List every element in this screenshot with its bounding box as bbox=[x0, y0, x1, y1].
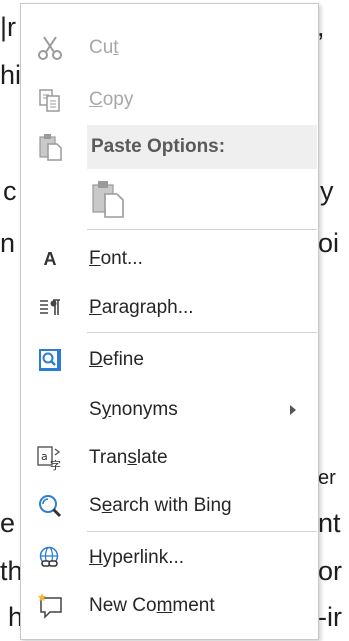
svg-text:字: 字 bbox=[50, 458, 61, 471]
translate-icon: a 字 bbox=[35, 443, 65, 473]
paste-icon bbox=[35, 132, 65, 162]
menu-item-label: Synonyms bbox=[89, 399, 178, 420]
menu-item-new-comment[interactable]: New Comment bbox=[21, 580, 318, 632]
define-icon bbox=[35, 345, 65, 375]
doc-text: er bbox=[318, 467, 336, 489]
menu-item-hyperlink[interactable]: Hyperlink... bbox=[21, 532, 318, 584]
menu-item-font[interactable]: A Font... bbox=[21, 233, 318, 285]
font-icon: A bbox=[43, 248, 57, 269]
context-menu: Cut Copy Paste Options: A Font... Paragr… bbox=[20, 3, 319, 640]
doc-text: c bbox=[3, 176, 17, 206]
doc-text: hi bbox=[0, 60, 22, 90]
menu-item-define[interactable]: Define bbox=[21, 334, 318, 386]
paste-options-label: Paste Options: bbox=[91, 136, 226, 157]
separator bbox=[87, 332, 317, 333]
menu-item-cut[interactable]: Cut bbox=[21, 22, 318, 74]
paste-options-header: Paste Options: bbox=[21, 124, 318, 170]
menu-item-search-with-bing[interactable]: Search with Bing bbox=[21, 480, 318, 532]
svg-text:a: a bbox=[41, 450, 48, 463]
menu-item-label: Copy bbox=[89, 89, 134, 110]
doc-text: nt bbox=[318, 508, 341, 538]
menu-item-label: Hyperlink... bbox=[89, 547, 185, 568]
menu-item-copy[interactable]: Copy bbox=[21, 74, 318, 126]
menu-item-label: Font... bbox=[89, 248, 143, 269]
menu-item-label: Cut bbox=[89, 37, 119, 58]
menu-item-synonyms[interactable]: Synonyms bbox=[21, 384, 318, 436]
doc-text: or bbox=[318, 556, 343, 586]
menu-item-paragraph[interactable]: Paragraph... bbox=[21, 282, 318, 334]
menu-item-translate[interactable]: a 字 Translate bbox=[21, 432, 318, 484]
menu-item-label: Define bbox=[89, 349, 144, 370]
new-comment-icon bbox=[35, 591, 65, 621]
submenu-arrow-icon bbox=[290, 405, 296, 415]
doc-text: n bbox=[0, 228, 16, 258]
doc-text: y bbox=[320, 176, 334, 206]
paste-keep-formatting-button[interactable] bbox=[21, 170, 318, 226]
doc-text: oi bbox=[318, 228, 340, 258]
scissors-icon bbox=[35, 33, 65, 63]
doc-text: -ir bbox=[318, 602, 342, 632]
separator bbox=[87, 229, 317, 230]
copy-icon bbox=[35, 85, 65, 115]
menu-item-label: New Comment bbox=[89, 595, 215, 616]
menu-item-label: Search with Bing bbox=[89, 495, 232, 516]
paragraph-icon bbox=[35, 293, 65, 323]
menu-item-label: Translate bbox=[89, 447, 168, 468]
paste-options-bar: Paste Options: bbox=[87, 125, 317, 169]
doc-text: e bbox=[0, 508, 16, 538]
clipboard-icon bbox=[91, 180, 127, 218]
menu-item-label: Paragraph... bbox=[89, 297, 194, 318]
doc-text: |r bbox=[0, 12, 17, 42]
search-bing-icon bbox=[35, 491, 65, 521]
hyperlink-icon bbox=[35, 543, 65, 573]
